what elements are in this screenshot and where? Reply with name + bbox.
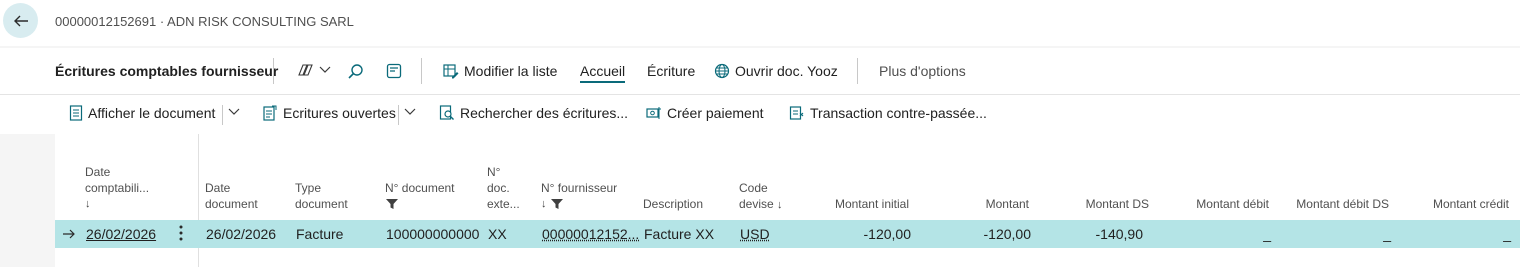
entries-icon: [262, 105, 278, 121]
divider: [273, 58, 274, 84]
search-icon: [347, 63, 365, 81]
document-icon: [69, 105, 83, 121]
open-yooz-button[interactable]: Ouvrir doc. Yooz: [714, 63, 838, 79]
column-header-credit-amount[interactable]: Montant crédit: [1410, 196, 1509, 212]
amount-lcy-cell: -140,90: [1095, 226, 1143, 242]
currency-code-cell[interactable]: USD: [740, 226, 770, 242]
open-entries-dropdown[interactable]: [404, 108, 416, 116]
filter-pane-button[interactable]: [386, 63, 402, 79]
chevron-down-icon: [228, 108, 240, 116]
column-header-text: devise: [739, 197, 774, 211]
open-yooz-label: Ouvrir doc. Yooz: [735, 63, 838, 79]
column-header-posting-date[interactable]: Date comptabili... ↓: [85, 164, 149, 212]
posting-date-cell[interactable]: 26/02/2026: [86, 226, 156, 242]
debit-amount-cell: _: [1263, 226, 1271, 242]
reverse-transaction-button[interactable]: Transaction contre-passée...: [789, 105, 987, 121]
create-payment-label: Créer paiement: [667, 105, 764, 121]
column-header-external-doc-no[interactable]: N° doc. exte...: [487, 164, 520, 212]
more-vertical-icon: [178, 224, 184, 242]
table-row[interactable]: 26/02/2026 26/02/2026 Facture 1000000000…: [55, 220, 1520, 248]
analyze-dropdown-button[interactable]: [296, 63, 331, 77]
filter-icon: [550, 198, 564, 210]
document-date-cell: 26/02/2026: [206, 226, 277, 242]
chevron-down-icon: [404, 108, 416, 116]
debit-amount-lcy-cell: _: [1383, 226, 1391, 242]
column-header-original-amount[interactable]: Montant initial: [800, 196, 909, 212]
divider: [222, 105, 223, 125]
row-selected-arrow-icon: [62, 225, 76, 241]
find-document-icon: [439, 105, 455, 121]
column-header-document-no[interactable]: N° document: [385, 180, 455, 210]
column-header-vendor-no[interactable]: N° fournisseur ↓: [541, 180, 617, 212]
column-header-debit-amount[interactable]: Montant débit: [1170, 196, 1269, 212]
page-header: 00000012152691 · ADN RISK CONSULTING SAR…: [0, 0, 1520, 46]
show-document-dropdown[interactable]: [228, 108, 240, 116]
column-header-text: Code: [739, 181, 768, 195]
column-header-amount[interactable]: Montant: [940, 196, 1029, 212]
find-entries-label: Rechercher des écritures...: [460, 105, 629, 121]
document-no-cell: 100000000000: [386, 226, 480, 242]
column-header-text: comptabili...: [85, 181, 150, 195]
sort-descending-icon: ↓: [777, 199, 783, 211]
original-amount-cell: -120,00: [863, 226, 911, 242]
column-header-text: N°: [487, 165, 501, 179]
column-header-document-date[interactable]: Date document: [205, 180, 258, 212]
entries-grid: Date comptabili... ↓ Date document Type …: [0, 134, 1520, 267]
document-type-cell: Facture: [296, 226, 344, 242]
back-button[interactable]: [3, 3, 38, 38]
filter-icon: [385, 198, 455, 210]
grid-gutter: [0, 134, 55, 267]
row-menu-button[interactable]: [178, 224, 184, 242]
find-entries-button[interactable]: Rechercher des écritures...: [439, 105, 628, 121]
amount-cell: -120,00: [983, 226, 1031, 242]
search-button[interactable]: [347, 63, 365, 81]
column-header-document-type[interactable]: Type document: [295, 180, 348, 212]
sub-action-bar: Afficher le document Ecritures ouvertes …: [0, 94, 1520, 135]
arrow-left-icon: [12, 12, 30, 30]
column-header-debit-amount-lcy[interactable]: Montant débit DS: [1280, 196, 1389, 212]
tab-home[interactable]: Accueil: [580, 63, 626, 83]
column-header-text: N° document: [385, 181, 455, 195]
list-title: Écritures comptables fournisseur: [55, 63, 279, 79]
reverse-transaction-icon: [789, 105, 805, 121]
column-header-description[interactable]: Description: [643, 196, 703, 212]
column-header-text: document: [205, 197, 258, 211]
description-cell: Facture XX: [644, 226, 715, 242]
open-entries-label: Ecritures ouvertes: [283, 105, 396, 121]
divider: [857, 58, 858, 84]
filter-pane-icon: [386, 63, 402, 79]
column-header-text: Type: [295, 181, 322, 195]
create-payment-button[interactable]: Créer paiement: [646, 105, 764, 121]
more-options-button[interactable]: Plus d'options: [879, 63, 966, 79]
column-header-text: N° fournisseur: [541, 181, 618, 195]
copilot-icon: [296, 63, 314, 77]
chevron-down-icon: [319, 66, 331, 74]
column-header-text: Date: [85, 165, 111, 179]
column-header-currency-code[interactable]: Code devise ↓: [739, 180, 783, 213]
sort-descending-icon: ↓: [541, 198, 547, 210]
column-header-text: exte...: [487, 197, 520, 211]
column-header-text: doc.: [487, 181, 510, 195]
record-title: 00000012152691 · ADN RISK CONSULTING SAR…: [55, 14, 354, 29]
open-entries-button[interactable]: Ecritures ouvertes: [262, 105, 396, 121]
divider: [398, 105, 399, 125]
column-header-text: document: [295, 197, 348, 211]
modify-list-button[interactable]: Modifier la liste: [443, 63, 557, 79]
column-header-amount-lcy[interactable]: Montant DS: [1060, 196, 1149, 212]
sort-descending-icon: ↓: [85, 198, 91, 210]
divider: [421, 58, 422, 84]
modify-list-label: Modifier la liste: [464, 63, 558, 79]
credit-amount-cell: _: [1503, 226, 1511, 242]
show-document-button[interactable]: Afficher le document: [69, 105, 215, 121]
globe-icon: [714, 63, 730, 79]
tab-entry[interactable]: Écriture: [647, 63, 695, 79]
payment-icon: [646, 105, 662, 121]
vendor-no-cell[interactable]: 00000012152...: [542, 226, 639, 242]
reverse-transaction-label: Transaction contre-passée...: [810, 105, 987, 121]
column-header-text: Date: [205, 181, 231, 195]
external-doc-no-cell: XX: [488, 226, 507, 242]
show-document-label: Afficher le document: [88, 105, 216, 121]
edit-list-icon: [443, 63, 459, 79]
action-bar: Écritures comptables fournisseur Modifie…: [0, 48, 1520, 94]
